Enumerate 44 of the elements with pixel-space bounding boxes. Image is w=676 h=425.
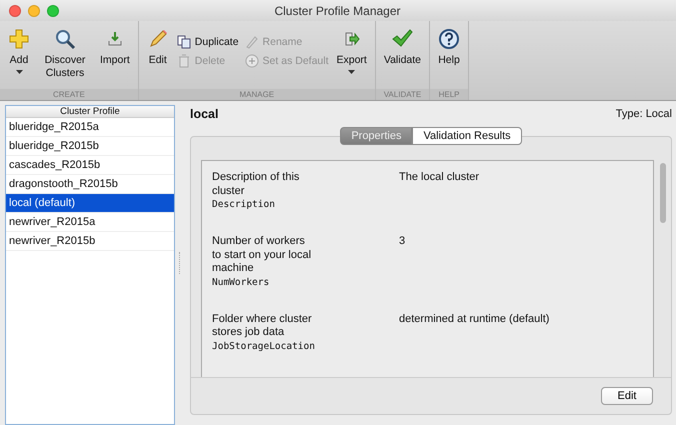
property-key: Description (212, 198, 399, 211)
property-label: Description of this cluster (212, 171, 300, 198)
scrollbar-thumb[interactable] (660, 163, 666, 223)
property-label: Folder where cluster stores job data (212, 312, 313, 340)
column-header: Cluster Profile (6, 106, 174, 118)
caret-icon (348, 70, 356, 74)
download-icon (106, 31, 123, 47)
trash-icon (176, 54, 191, 68)
copy-icon (176, 35, 191, 49)
toolbar-button[interactable]: Import (96, 27, 134, 89)
splitter-handle[interactable] (179, 252, 180, 274)
toolbar-button[interactable]: Export (332, 27, 371, 89)
profile-type: Type: Local (616, 108, 672, 120)
toolbar-button[interactable]: Discover Clusters (36, 27, 94, 89)
group-label: MANAGE (138, 89, 375, 100)
property-key: NumWorkers (212, 276, 399, 288)
toolbar-button[interactable]: Duplicate (174, 35, 241, 49)
search-icon (54, 28, 76, 50)
caret-icon (16, 70, 22, 74)
plus-icon (8, 28, 30, 50)
minimize-button[interactable] (28, 4, 40, 16)
profile-name: local (190, 107, 218, 121)
property-value: determined at runtime (default) (399, 312, 550, 326)
close-button[interactable] (9, 4, 21, 16)
property-key: JobStorageLocation (212, 340, 399, 352)
help-icon (438, 28, 460, 50)
toolbar-button[interactable]: Add (4, 27, 34, 89)
group-label: VALIDATE (376, 89, 430, 100)
list-item[interactable]: local (default) (6, 194, 174, 213)
group-label: CREATE (0, 89, 138, 100)
property-label: Number of workers to start on your local machine (212, 235, 312, 276)
pen-icon (244, 35, 259, 49)
export-icon (344, 31, 360, 47)
property-value: 3 (399, 235, 406, 249)
toolbar-button[interactable]: Validate (380, 27, 426, 89)
zoom-button[interactable] (47, 4, 59, 16)
edit-button[interactable]: Edit (601, 387, 653, 405)
window-title: Cluster Profile Manager (273, 4, 402, 18)
plus-icon (244, 54, 259, 68)
property-value: The local cluster (399, 171, 480, 185)
toolbar-button[interactable]: Edit (142, 27, 173, 89)
group-label: HELP (430, 89, 468, 100)
toolbar-button[interactable]: Help (434, 27, 464, 89)
tab[interactable]: Validation Results (412, 127, 522, 145)
